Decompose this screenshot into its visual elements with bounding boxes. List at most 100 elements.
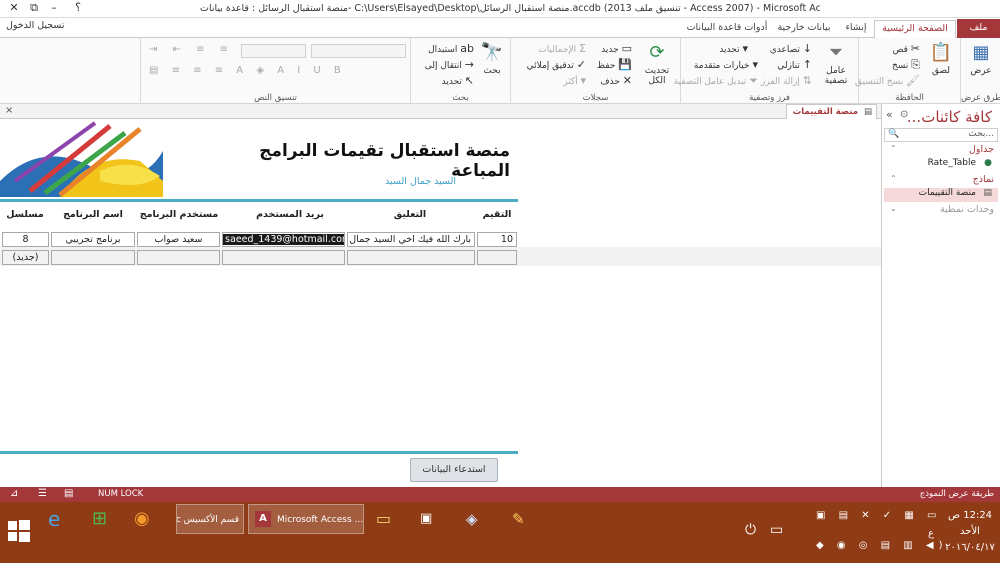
brush-icon: 🖌 <box>906 74 920 87</box>
tab-create[interactable]: إنشاء <box>839 20 873 38</box>
clock-time[interactable]: 12:24 ص <box>942 510 998 521</box>
column-header-rating: التقيم <box>482 209 512 220</box>
font-size-combo[interactable] <box>241 44 306 58</box>
nav-item-rate-table[interactable]: Rate_Table ● <box>884 158 998 172</box>
close-document-icon[interactable]: × <box>5 105 13 116</box>
windows-start-icon[interactable] <box>8 520 30 542</box>
new-comment-field[interactable] <box>347 250 475 265</box>
rating-field[interactable]: 10 <box>477 232 517 247</box>
fetch-data-button[interactable]: استدعاء البيانات <box>410 458 498 482</box>
title-bar: ✕ ⧉ – ؟ منصة استقبال الرسائل : قاعدة بيا… <box>0 0 1000 18</box>
font-name-combo[interactable] <box>311 44 406 58</box>
store-taskbar-icon[interactable]: ⊞ <box>92 504 122 534</box>
ie-taskbar-icon[interactable]: e <box>48 504 78 534</box>
paste-button[interactable]: 📋 لصق <box>925 42 957 76</box>
refresh-all-button[interactable]: ⟳ تحديث الكل <box>637 42 677 86</box>
more-button[interactable]: ▾ أكثر <box>563 74 586 87</box>
taskbar-window-access-forum[interactable]: قسم الأكسيس Acc... <box>176 504 244 534</box>
binoculars-icon: 🔭 <box>480 42 504 63</box>
replace-icon: ab <box>460 42 474 55</box>
selection-button[interactable]: ▾ تحديد <box>719 42 748 55</box>
document-tab[interactable]: منصة التقييمات ▤ <box>785 104 877 119</box>
layout-view-icon[interactable]: ⊿ <box>10 488 18 499</box>
datasheet-view-icon[interactable]: ☰ <box>38 488 47 499</box>
form-icon: ▤ <box>863 107 872 117</box>
sort-ascending-button[interactable]: ↓ تصاعدي <box>770 42 812 55</box>
tray-icons-bottom[interactable]: ◆ ◉ ◎ ▤ ▥ ◀) <box>816 540 948 551</box>
sort-asc-icon: ↓ <box>802 42 812 55</box>
app-taskbar-icon[interactable]: ◈ <box>466 504 492 534</box>
collapse-nav-icon[interactable]: « <box>886 108 893 121</box>
tab-home[interactable]: الصفحة الرئيسية <box>874 20 956 39</box>
filter-button[interactable]: ⏷ عامل تصفية <box>817 42 855 86</box>
tab-file[interactable]: ملف <box>957 19 1000 38</box>
nav-search-input[interactable]: 🔍 بحث... <box>884 128 998 142</box>
paste-icon: 📋 <box>929 42 953 63</box>
tab-database-tools[interactable]: أدوات قاعدة البيانات <box>684 20 770 38</box>
username-field[interactable]: سعيد صواب <box>137 232 220 247</box>
clock-day: الأحد <box>960 526 980 537</box>
column-header-program: اسم البرنامج <box>63 209 123 220</box>
program-field[interactable]: برنامج تجريبي <box>51 232 135 247</box>
more-icon: ▾ <box>580 74 586 87</box>
form-title: منصة استقبال تقيمات البرامج المباعة <box>259 141 510 181</box>
toggle-filter-button[interactable]: ⏷ تبديل عامل التصفية <box>674 74 758 88</box>
new-rating-field[interactable] <box>477 250 517 265</box>
find-button[interactable]: 🔭 بحث <box>477 42 507 76</box>
serial-field[interactable]: 8 <box>2 232 49 247</box>
column-header-serial: مسلسل <box>6 209 44 220</box>
document-tab-bar: × منصة التقييمات ▤ <box>0 104 881 119</box>
spelling-button[interactable]: ✓ تدقيق إملائي <box>527 58 586 71</box>
view-icon: ▦ <box>972 42 990 63</box>
goto-button[interactable]: → انتقال إلى <box>425 58 474 71</box>
copy-button[interactable]: ⎘ نسخ <box>892 58 920 72</box>
new-serial-field[interactable]: (جديد) <box>2 250 49 265</box>
email-field[interactable]: saeed_1439@hotmail.com <box>222 232 345 247</box>
restore-icon[interactable]: ⧉ <box>26 1 42 15</box>
help-icon[interactable]: ؟ <box>70 1 86 14</box>
language-indicator[interactable]: ع <box>928 528 934 539</box>
save-record-button[interactable]: 💾 حفظ <box>597 58 632 71</box>
new-email-field[interactable] <box>222 250 345 265</box>
firefox-taskbar-icon[interactable]: ◉ <box>134 504 164 534</box>
chevron-up-icon: ⌃ <box>890 174 897 183</box>
totals-button[interactable]: Σ الإجماليات <box>538 42 586 55</box>
remove-sort-button[interactable]: ⇅ إزالة الفرز <box>761 74 812 87</box>
group-text-formatting: ⇥ ⇤ ≡ ≡ ▤ ≡ ≡ ≡ A ◈ A I U B تنسيق النص <box>140 38 410 104</box>
nav-item-form[interactable]: منصة التقييمات ▤ <box>884 188 998 202</box>
copy-icon: ⎘ <box>911 58 920 71</box>
close-icon[interactable]: ✕ <box>6 1 22 14</box>
sign-in-link[interactable]: تسجيل الدخول <box>6 20 65 31</box>
format-painter-button[interactable]: 🖌 نسخ التنسيق <box>855 74 920 87</box>
column-header-comment: التعليق <box>393 209 427 220</box>
form-view-icon[interactable]: ▤ <box>64 488 73 499</box>
column-header-email: بريد المستخدم <box>256 209 324 220</box>
minimize-icon[interactable]: – <box>46 1 62 14</box>
taskbar-window-access[interactable]: A Microsoft Access ... <box>248 504 364 534</box>
sort-descending-button[interactable]: ↑ تنازلي <box>777 58 812 71</box>
advanced-button[interactable]: ▾ خيارات متقدمة <box>694 58 758 71</box>
nav-title[interactable]: كافة كائنات... <box>907 108 992 126</box>
comment-field[interactable]: بارك الله فيك اخي السيد جمال وزادك نجاحا <box>347 232 475 247</box>
replace-button[interactable]: ab استبدال <box>428 42 474 55</box>
battery-icon[interactable]: ▭ <box>770 522 783 538</box>
cut-button[interactable]: ✂ قص <box>893 42 920 55</box>
group-find: 🔭 بحث ab استبدال → انتقال إلى ↖ تحديد بح… <box>410 38 510 104</box>
new-program-field[interactable] <box>51 250 135 265</box>
nav-category-forms[interactable]: ⌃ نماذج <box>884 174 998 188</box>
view-button[interactable]: ▦ عرض <box>965 42 997 76</box>
tray-icons-top[interactable]: ▣ ▤ ✕ ✓ ▦ ▭ <box>816 510 941 521</box>
new-record-button[interactable]: ▭ جديد <box>601 42 632 55</box>
save-icon: 💾 <box>618 58 632 71</box>
power-icon[interactable]: ⏻ <box>745 522 756 538</box>
nav-category-tables[interactable]: ⌃ جداول <box>884 144 998 158</box>
nav-category-modules[interactable]: ⌄ وحدات نمطية <box>884 204 998 218</box>
new-username-field[interactable] <box>137 250 220 265</box>
delete-record-button[interactable]: ✕ حذف <box>600 74 632 87</box>
vb-taskbar-icon[interactable]: ▣ <box>420 504 446 534</box>
tab-external-data[interactable]: بيانات خارجية <box>770 20 838 38</box>
select-button[interactable]: ↖ تحديد <box>442 74 474 87</box>
footer-divider <box>0 451 518 454</box>
explorer-taskbar-icon[interactable]: ▭ <box>376 504 402 534</box>
tools-taskbar-icon[interactable]: ✎ <box>512 504 538 534</box>
